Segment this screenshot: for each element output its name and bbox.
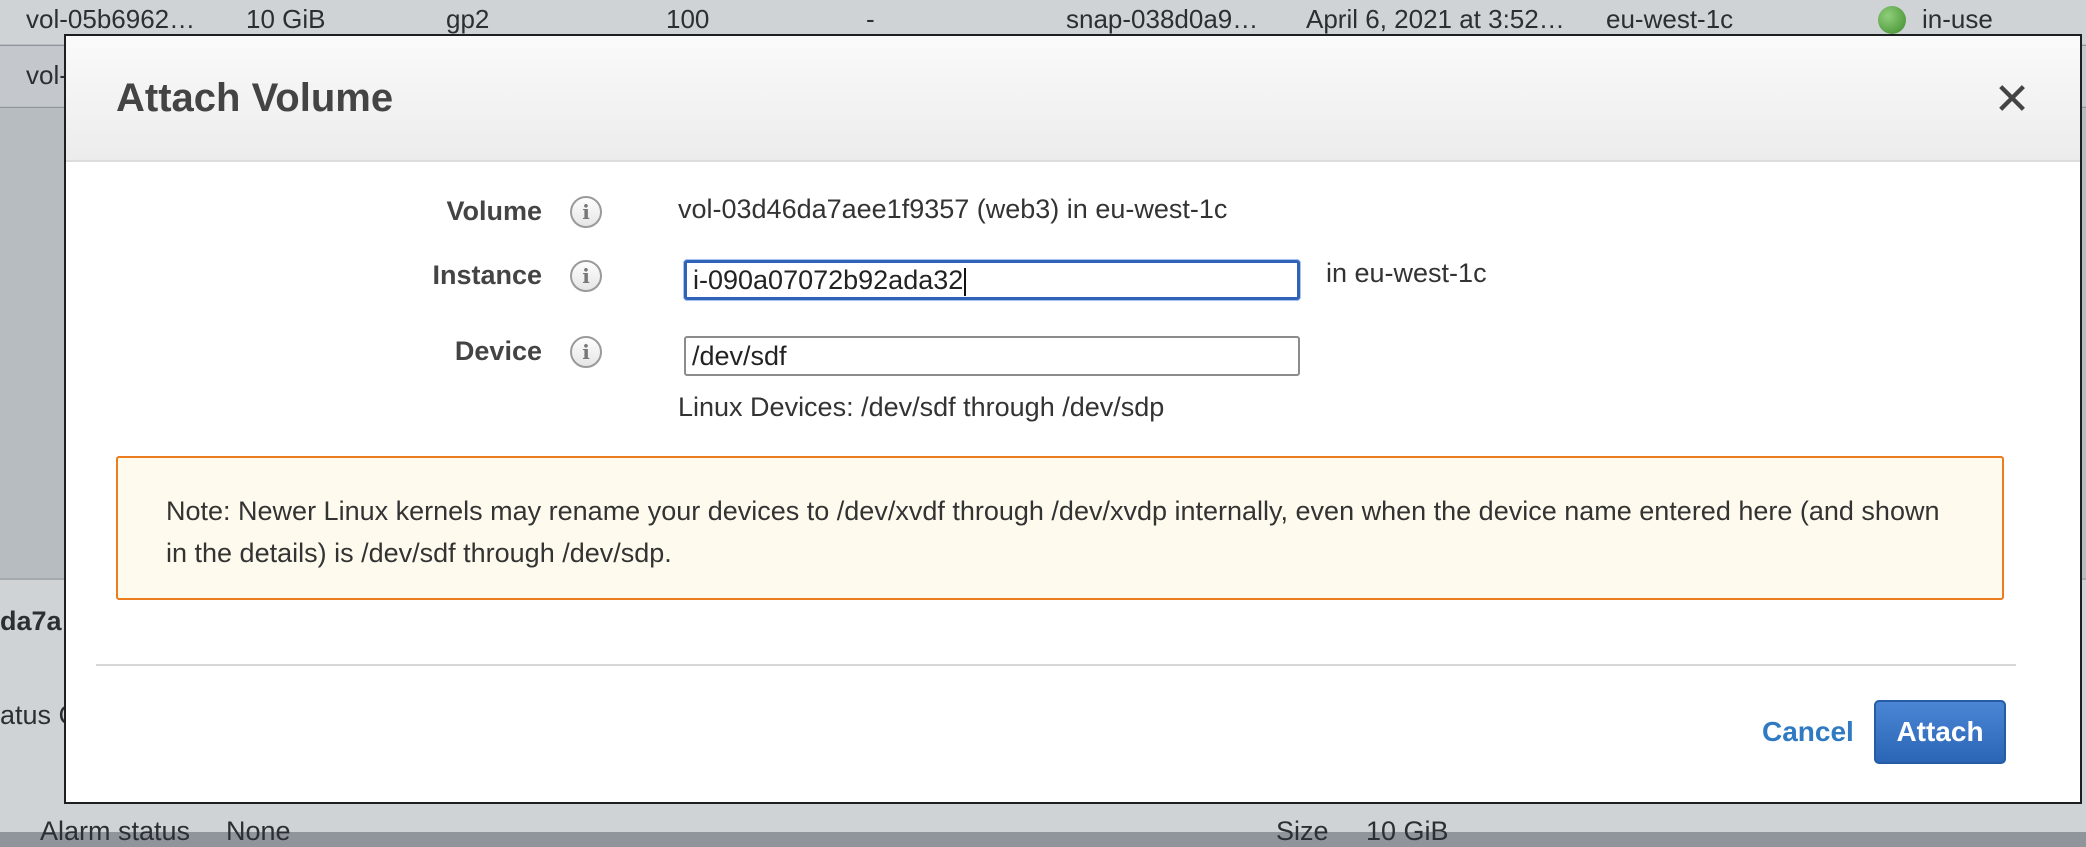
bg-volume-iops: 100 — [666, 4, 710, 34]
note-text: Note: Newer Linux kernels may rename you… — [166, 496, 1940, 568]
device-input-value: /dev/sdf — [692, 341, 787, 371]
bg-size-label: Size — [1276, 816, 1329, 846]
device-input[interactable]: /dev/sdf — [684, 336, 1300, 376]
bg-volume-id: vol-05b6962… — [26, 4, 196, 34]
bg-volume-state: in-use — [1922, 4, 1993, 34]
close-icon[interactable]: ✕ — [1992, 78, 2032, 122]
bg-alarm-status-value: None — [226, 816, 291, 846]
attach-volume-dialog: Attach Volume ✕ Volume i vol-03d46da7aee… — [64, 34, 2082, 804]
volume-info-icon[interactable]: i — [570, 196, 602, 228]
text-caret — [964, 267, 967, 296]
bg-size-value: 10 GiB — [1366, 816, 1449, 846]
status-dot-icon — [1878, 6, 1906, 34]
attach-button[interactable]: Attach — [1874, 700, 2006, 764]
device-hint: Linux Devices: /dev/sdf through /dev/sdp — [678, 392, 1165, 422]
instance-input[interactable]: i-090a07072b92ada32 — [684, 260, 1300, 300]
note-box: Note: Newer Linux kernels may rename you… — [116, 456, 2004, 600]
bg-volume-snapshot: snap-038d0a9… — [1066, 4, 1259, 34]
bg-detail-fragment-1: da7a — [0, 606, 62, 636]
volume-value: vol-03d46da7aee1f9357 (web3) in eu-west-… — [678, 194, 1228, 224]
device-label: Device — [454, 336, 542, 366]
bg-volume-id-2: vol- — [26, 60, 68, 90]
bg-volume-size: 10 GiB — [246, 4, 326, 34]
dialog-header: Attach Volume ✕ — [66, 36, 2080, 162]
bg-alarm-status-label: Alarm status — [40, 816, 191, 846]
bg-volume-type: gp2 — [446, 4, 490, 34]
device-info-icon[interactable]: i — [570, 336, 602, 368]
instance-zone: in eu-west-1c — [1326, 258, 1487, 288]
volume-label: Volume — [446, 196, 542, 226]
cancel-button[interactable]: Cancel — [1762, 716, 1854, 748]
bg-volume-throughput: - — [866, 4, 875, 34]
instance-input-value: i-090a07072b92ada32 — [693, 265, 964, 295]
bg-volume-created: April 6, 2021 at 3:52… — [1306, 4, 1565, 34]
dialog-title: Attach Volume — [116, 76, 394, 120]
instance-info-icon[interactable]: i — [570, 260, 602, 292]
bg-volume-zone: eu-west-1c — [1606, 4, 1734, 34]
footer-divider — [96, 664, 2016, 666]
instance-label: Instance — [432, 260, 542, 290]
